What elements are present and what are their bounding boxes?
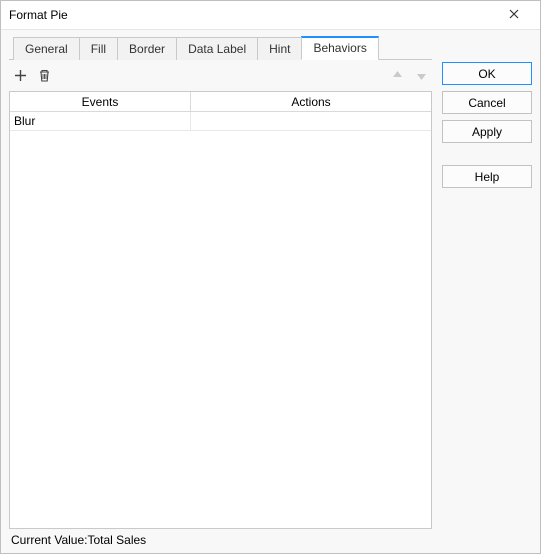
close-button[interactable] — [496, 1, 532, 29]
arrow-down-icon — [414, 68, 429, 86]
tab-behaviors[interactable]: Behaviors — [301, 36, 378, 60]
dialog-window: Format Pie General Fill Border Data Labe… — [0, 0, 541, 554]
tab-data-label[interactable]: Data Label — [176, 37, 258, 60]
button-column: OK Cancel Apply Help — [442, 36, 532, 547]
close-icon — [509, 8, 519, 22]
table-row[interactable]: Blur — [10, 112, 431, 131]
window-title: Format Pie — [9, 8, 496, 22]
titlebar: Format Pie — [1, 1, 540, 29]
trash-icon — [37, 68, 52, 86]
column-header-actions[interactable]: Actions — [191, 92, 431, 111]
apply-button[interactable]: Apply — [442, 120, 532, 143]
status-bar: Current Value:Total Sales — [9, 529, 432, 547]
toolbar — [9, 65, 432, 89]
ok-button[interactable]: OK — [442, 62, 532, 85]
move-down-button[interactable] — [410, 66, 432, 88]
tab-bar: General Fill Border Data Label Hint Beha… — [9, 36, 432, 60]
add-button[interactable] — [9, 66, 31, 88]
cancel-button[interactable]: Cancel — [442, 91, 532, 114]
arrow-up-icon — [390, 68, 405, 86]
status-label: Current Value: — [11, 533, 87, 547]
tab-fill[interactable]: Fill — [79, 37, 118, 60]
behaviors-table: Events Actions Blur — [9, 91, 432, 529]
cell-event[interactable]: Blur — [10, 112, 191, 130]
status-value: Total Sales — [87, 533, 146, 547]
table-body: Blur — [10, 112, 431, 528]
table-header: Events Actions — [10, 92, 431, 112]
column-header-events[interactable]: Events — [10, 92, 191, 111]
dialog-body: General Fill Border Data Label Hint Beha… — [1, 29, 540, 553]
tab-hint[interactable]: Hint — [257, 37, 302, 60]
move-up-button[interactable] — [386, 66, 408, 88]
tab-general[interactable]: General — [13, 37, 80, 60]
plus-icon — [13, 68, 28, 86]
left-pane: General Fill Border Data Label Hint Beha… — [9, 36, 432, 547]
help-button[interactable]: Help — [442, 165, 532, 188]
delete-button[interactable] — [33, 66, 55, 88]
cell-action[interactable] — [191, 112, 431, 130]
tab-border[interactable]: Border — [117, 37, 177, 60]
